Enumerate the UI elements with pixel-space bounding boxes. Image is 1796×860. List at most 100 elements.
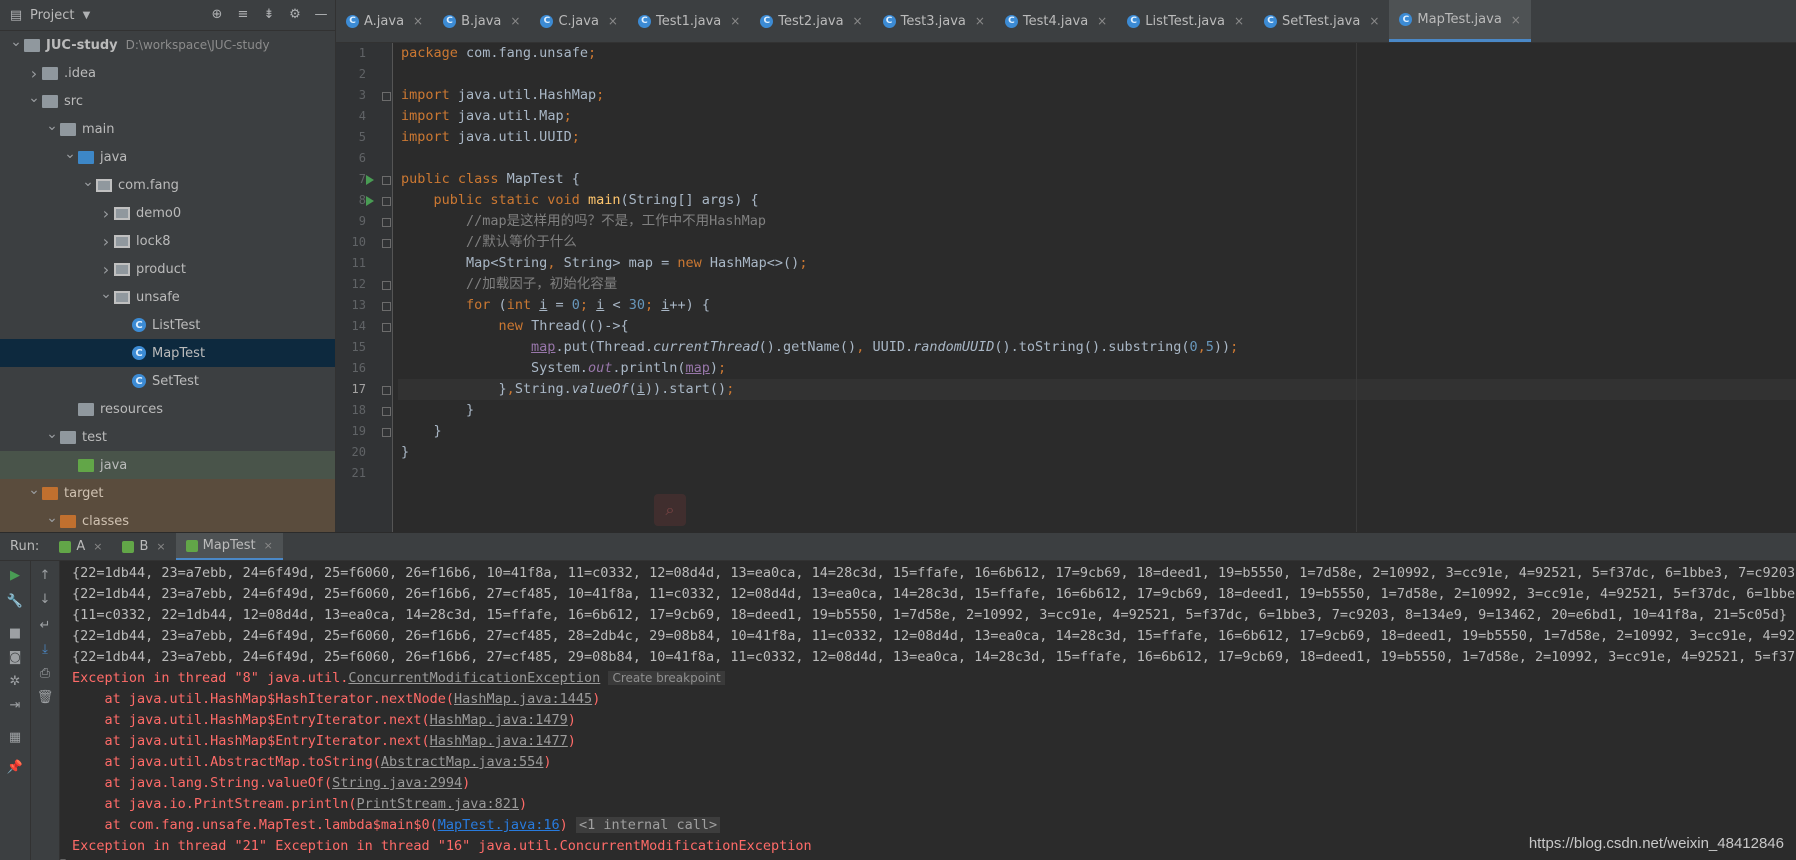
- close-icon[interactable]: ×: [1097, 14, 1107, 28]
- tree-item-com-fang[interactable]: ⌄ com.fang: [0, 171, 335, 199]
- tree-item-demo0[interactable]: › demo0: [0, 199, 335, 227]
- tree-item-product[interactable]: › product: [0, 255, 335, 283]
- code-line[interactable]: }: [398, 400, 1796, 421]
- chevron-right-icon[interactable]: ›: [98, 260, 114, 279]
- fold-icon[interactable]: [382, 281, 391, 290]
- chevron-down-icon[interactable]: ⌄: [44, 510, 60, 526]
- wrench-icon[interactable]: 🔧: [7, 593, 23, 609]
- arrow-up-icon[interactable]: ↑: [37, 567, 53, 583]
- code-line[interactable]: //默认等价于什么: [398, 232, 1796, 253]
- chevron-down-icon[interactable]: ⌄: [62, 146, 78, 162]
- tab-c-java[interactable]: C C.java ×: [530, 0, 628, 42]
- console-output[interactable]: ⊞ {22=1db44, 23=a7ebb, 24=6f49d, 25=f606…: [60, 561, 1796, 860]
- code-line[interactable]: import java.util.HashMap;: [398, 85, 1796, 106]
- close-icon[interactable]: ×: [608, 14, 618, 28]
- arrow-down-icon[interactable]: ↓: [37, 591, 53, 607]
- trash-icon[interactable]: 🗑: [37, 689, 54, 705]
- close-icon[interactable]: ×: [413, 14, 423, 28]
- tab-test2-java[interactable]: C Test2.java ×: [750, 0, 872, 42]
- tab-test1-java[interactable]: C Test1.java ×: [628, 0, 750, 42]
- tab-maptest-java[interactable]: C MapTest.java ×: [1389, 0, 1531, 42]
- tab-b-java[interactable]: C B.java ×: [433, 0, 530, 42]
- run-gutter-icon[interactable]: [366, 175, 374, 185]
- code-line[interactable]: //map是这样用的吗？不是，工作中不用HashMap: [398, 211, 1796, 232]
- chevron-down-icon[interactable]: ⌄: [44, 118, 60, 134]
- chevron-down-icon[interactable]: ⌄: [80, 174, 96, 190]
- tree-item-target[interactable]: ⌄ target: [0, 479, 335, 507]
- code-line[interactable]: //加载因子，初始化容量: [398, 274, 1796, 295]
- close-icon[interactable]: ×: [510, 14, 520, 28]
- tree-item-listtest[interactable]: C ListTest: [0, 311, 335, 339]
- close-icon[interactable]: ×: [1234, 14, 1244, 28]
- gear-icon[interactable]: ⚙: [287, 6, 303, 22]
- code-line[interactable]: public class MapTest {: [398, 169, 1796, 190]
- close-icon[interactable]: ×: [1511, 13, 1521, 27]
- tab-test3-java[interactable]: C Test3.java ×: [873, 0, 995, 42]
- tab-listtest-java[interactable]: C ListTest.java ×: [1117, 0, 1254, 42]
- camera-icon[interactable]: ◙: [7, 649, 23, 665]
- fold-icon[interactable]: [382, 323, 391, 332]
- code-line[interactable]: public static void main(String[] args) {: [398, 190, 1796, 211]
- code-line[interactable]: map.put(Thread.currentThread().getName()…: [398, 337, 1796, 358]
- close-icon[interactable]: ×: [156, 540, 165, 553]
- code-editor[interactable]: 1 2 3 4 5 6 7 8 9 10 11 12 13 14 15 16 17 18 19 20 21 packag…: [336, 43, 1796, 532]
- collapse-all-icon[interactable]: ⇟: [261, 6, 277, 22]
- close-icon[interactable]: ×: [853, 14, 863, 28]
- tree-item-classes[interactable]: ⌄ classes: [0, 507, 335, 532]
- close-icon[interactable]: ×: [264, 539, 273, 552]
- code-line[interactable]: package com.fang.unsafe;: [398, 43, 1796, 64]
- chevron-down-icon[interactable]: ⌄: [26, 90, 42, 106]
- chevron-down-icon[interactable]: ⌄: [98, 286, 114, 302]
- chevron-right-icon[interactable]: ›: [98, 204, 114, 223]
- close-icon[interactable]: ×: [1369, 14, 1379, 28]
- tree-item--idea[interactable]: › .idea: [0, 59, 335, 87]
- fold-icon[interactable]: [382, 239, 391, 248]
- fold-icon[interactable]: [382, 197, 391, 206]
- chevron-right-icon[interactable]: ›: [98, 232, 114, 251]
- fold-icon[interactable]: [382, 386, 391, 395]
- chevron-down-icon[interactable]: ⌄: [8, 34, 24, 50]
- code-line[interactable]: [398, 148, 1796, 169]
- rerun-icon[interactable]: ▶: [7, 567, 23, 583]
- close-icon[interactable]: ×: [975, 14, 985, 28]
- code-line[interactable]: import java.util.Map;: [398, 106, 1796, 127]
- tree-item-resources[interactable]: resources: [0, 395, 335, 423]
- code-line[interactable]: },String.valueOf(i)).start();: [398, 379, 1796, 400]
- chevron-down-icon[interactable]: ▼: [78, 7, 94, 23]
- tab-test4-java[interactable]: C Test4.java ×: [995, 0, 1117, 42]
- fold-icon[interactable]: [382, 407, 391, 416]
- scroll-to-end-icon[interactable]: ⤓: [37, 641, 53, 657]
- tree-item-unsafe[interactable]: ⌄ unsafe: [0, 283, 335, 311]
- fold-icon[interactable]: [382, 218, 391, 227]
- settings-bug-icon[interactable]: ✲: [7, 673, 23, 689]
- code-line[interactable]: [398, 463, 1796, 484]
- tree-item-lock8[interactable]: › lock8: [0, 227, 335, 255]
- tree-item-settest[interactable]: C SetTest: [0, 367, 335, 395]
- tree-item-main[interactable]: ⌄ main: [0, 115, 335, 143]
- exit-icon[interactable]: ⇥: [7, 697, 23, 713]
- code-line[interactable]: System.out.println(map);: [398, 358, 1796, 379]
- chevron-down-icon[interactable]: ⌄: [44, 426, 60, 442]
- close-icon[interactable]: ×: [730, 14, 740, 28]
- tree-item-juc-study[interactable]: ⌄ JUC-study D:\workspace\JUC-study: [0, 31, 335, 59]
- chevron-right-icon[interactable]: ›: [26, 64, 42, 83]
- run-tab-maptest[interactable]: MapTest ×: [175, 533, 283, 560]
- close-icon[interactable]: ×: [93, 540, 102, 553]
- run-tab-b[interactable]: B ×: [112, 533, 175, 560]
- soft-wrap-icon[interactable]: ↵: [37, 617, 53, 633]
- code-line[interactable]: [398, 64, 1796, 85]
- chevron-down-icon[interactable]: ⌄: [26, 482, 42, 498]
- code-line[interactable]: }: [398, 421, 1796, 442]
- code-line[interactable]: import java.util.UUID;: [398, 127, 1796, 148]
- code-line[interactable]: for (int i = 0; i < 30; i++) {: [398, 295, 1796, 316]
- tab-a-java[interactable]: C A.java ×: [336, 0, 433, 42]
- tree-item-maptest[interactable]: C MapTest: [0, 339, 335, 367]
- project-title[interactable]: Project: [30, 8, 74, 23]
- fold-icon[interactable]: [382, 92, 391, 101]
- print-icon[interactable]: ⎙: [37, 665, 53, 681]
- tree-item-java[interactable]: ⌄ java: [0, 143, 335, 171]
- tree-item-java[interactable]: java: [0, 451, 335, 479]
- tab-settest-java[interactable]: C SetTest.java ×: [1254, 0, 1389, 42]
- search-icon[interactable]: ⌕: [654, 494, 686, 526]
- layout-icon[interactable]: ▦: [7, 729, 23, 745]
